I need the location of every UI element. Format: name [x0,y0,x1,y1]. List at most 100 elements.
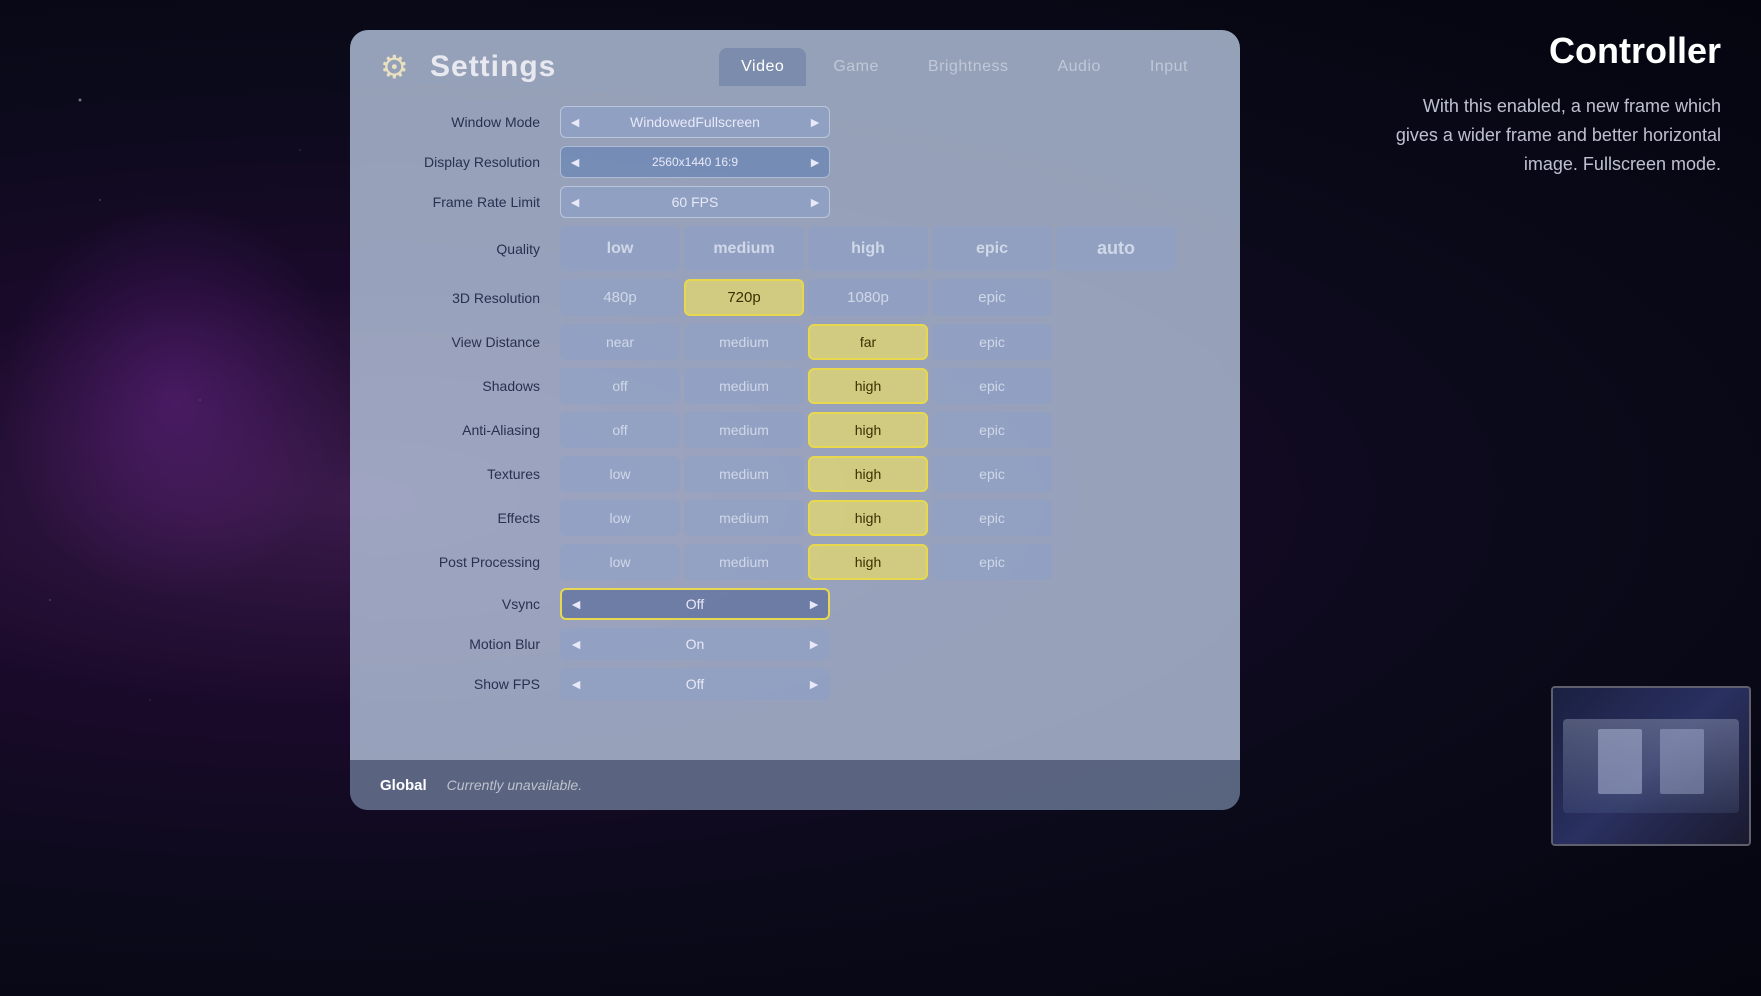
textures-medium[interactable]: medium [684,456,804,492]
view-distance-row: View Distance near medium far epic [380,324,1210,360]
quality-low[interactable]: low [560,226,680,271]
textures-high[interactable]: high [808,456,928,492]
motion-blur-control: ◄ On ► [560,628,1210,660]
display-resolution-label: Display Resolution [380,154,560,170]
effects-epic[interactable]: epic [932,500,1052,536]
quality-control: low medium high epic auto [560,226,1210,271]
anti-aliasing-label: Anti-Aliasing [380,422,560,438]
vsync-label: Vsync [380,596,560,612]
tab-audio[interactable]: Audio [1035,48,1122,86]
effects-control: low medium high epic [560,500,1210,536]
quality-buttons: low medium high epic auto [560,226,1176,271]
tab-video[interactable]: Video [719,48,806,86]
window-mode-next[interactable]: ► [801,107,829,137]
motion-blur-prev-icon[interactable]: ◄ [562,630,590,658]
view-distance-label: View Distance [380,334,560,350]
textures-epic[interactable]: epic [932,456,1052,492]
page-title: Settings [430,50,556,84]
nav-tabs: Video Game Brightness Audio Input [719,48,1210,86]
motion-blur-value: On [590,636,800,652]
shadows-row: Shadows off medium high epic [380,368,1210,404]
display-resolution-next[interactable]: ► [801,147,829,177]
frame-rate-label: Frame Rate Limit [380,194,560,210]
effects-high[interactable]: high [808,500,928,536]
quality-label: Quality [380,241,560,257]
anti-aliasing-buttons: off medium high epic [560,412,1210,448]
bottom-bar: Global Currently unavailable. [350,760,1240,810]
aa-medium[interactable]: medium [684,412,804,448]
vsync-selector[interactable]: ◄ Off ► [560,588,830,620]
window-mode-prev[interactable]: ◄ [561,107,589,137]
aa-high[interactable]: high [808,412,928,448]
motion-blur-next-icon[interactable]: ► [800,630,828,658]
motion-blur-selector[interactable]: ◄ On ► [560,628,830,660]
textures-label: Textures [380,466,560,482]
anti-aliasing-row: Anti-Aliasing off medium high epic [380,412,1210,448]
view-distance-epic[interactable]: epic [932,324,1052,360]
status-text: Currently unavailable. [447,777,582,793]
shadows-epic[interactable]: epic [932,368,1052,404]
frame-rate-control: ◄ 60 FPS ► [560,186,1210,218]
shadows-high[interactable]: high [808,368,928,404]
aa-epic[interactable]: epic [932,412,1052,448]
vsync-row: Vsync ◄ Off ► [380,588,1210,620]
pp-medium[interactable]: medium [684,544,804,580]
view-distance-medium[interactable]: medium [684,324,804,360]
window-mode-row: Window Mode ◄ WindowedFullscreen ► [380,106,1210,138]
tab-game[interactable]: Game [811,48,901,86]
pp-epic[interactable]: epic [932,544,1052,580]
show-fps-label: Show FPS [380,676,560,692]
vsync-next-icon[interactable]: ► [800,590,828,618]
resolution-3d-buttons: 480p 720p 1080p epic [560,279,1052,316]
effects-buttons: low medium high epic [560,500,1210,536]
panel-content: Window Mode ◄ WindowedFullscreen ► Displ… [350,86,1240,728]
view-distance-near[interactable]: near [560,324,680,360]
shadows-off[interactable]: off [560,368,680,404]
show-fps-next-icon[interactable]: ► [800,670,828,698]
anti-aliasing-control: off medium high epic [560,412,1210,448]
res-720p[interactable]: 720p [684,279,804,316]
frame-rate-prev[interactable]: ◄ [561,187,589,217]
resolution-3d-control: 480p 720p 1080p epic [560,279,1210,316]
controller-title: Controller [1381,30,1721,72]
webcam-inner [1553,688,1749,844]
display-resolution-prev[interactable]: ◄ [561,147,589,177]
effects-low[interactable]: low [560,500,680,536]
shadows-label: Shadows [380,378,560,394]
window-mode-selector[interactable]: ◄ WindowedFullscreen ► [560,106,830,138]
display-resolution-selector[interactable]: ◄ 2560x1440 16:9 ► [560,146,830,178]
tab-input[interactable]: Input [1128,48,1210,86]
quality-medium[interactable]: medium [684,226,804,271]
frame-rate-next[interactable]: ► [801,187,829,217]
textures-low[interactable]: low [560,456,680,492]
shadows-medium[interactable]: medium [684,368,804,404]
frame-rate-value: 60 FPS [589,194,801,210]
show-fps-value: Off [590,676,800,692]
effects-label: Effects [380,510,560,526]
pp-high[interactable]: high [808,544,928,580]
show-fps-prev-icon[interactable]: ◄ [562,670,590,698]
quality-epic[interactable]: epic [932,226,1052,271]
res-1080p[interactable]: 1080p [808,279,928,316]
gear-icon: ⚙ [380,48,418,86]
webcam-desk [1563,719,1739,813]
controller-description: With this enabled, a new frame which giv… [1381,92,1721,178]
view-distance-far[interactable]: far [808,324,928,360]
quality-high[interactable]: high [808,226,928,271]
aa-off[interactable]: off [560,412,680,448]
display-resolution-row: Display Resolution ◄ 2560x1440 16:9 ► [380,146,1210,178]
tab-brightness[interactable]: Brightness [906,48,1031,86]
pp-low[interactable]: low [560,544,680,580]
effects-medium[interactable]: medium [684,500,804,536]
motion-blur-label: Motion Blur [380,636,560,652]
motion-blur-row: Motion Blur ◄ On ► [380,628,1210,660]
header-title-area: ⚙ Settings [380,48,556,86]
res-epic[interactable]: epic [932,279,1052,316]
res-480p[interactable]: 480p [560,279,680,316]
show-fps-row: Show FPS ◄ Off ► [380,668,1210,700]
post-processing-buttons: low medium high epic [560,544,1210,580]
show-fps-selector[interactable]: ◄ Off ► [560,668,830,700]
quality-auto[interactable]: auto [1056,226,1176,271]
vsync-prev-icon[interactable]: ◄ [562,590,590,618]
frame-rate-selector[interactable]: ◄ 60 FPS ► [560,186,830,218]
